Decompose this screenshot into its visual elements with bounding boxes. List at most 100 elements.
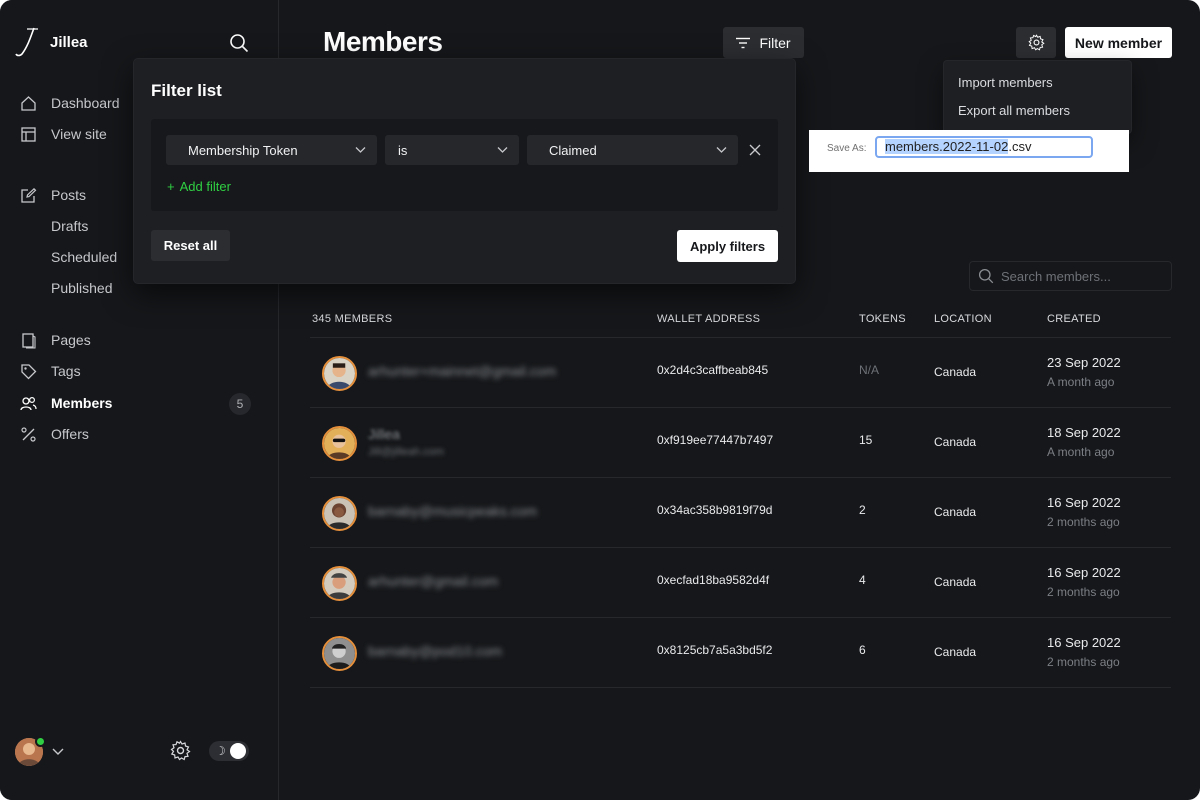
member-email: Jill@jilleah.com	[368, 446, 444, 458]
save-as-dialog: Save As: members.2022-11-02.csv	[809, 130, 1129, 172]
sidebar-item-label: Posts	[51, 187, 87, 203]
brand[interactable]: Jillea	[14, 26, 88, 58]
filename-extension: .csv	[1008, 139, 1032, 154]
pages-icon	[22, 332, 36, 349]
edit-icon	[21, 187, 37, 203]
wallet-address: 0xf919ee77447b7497	[657, 433, 774, 447]
sidebar-item-pages[interactable]: Pages	[20, 330, 91, 350]
created-date: 16 Sep 2022	[1047, 495, 1121, 510]
tag-icon	[21, 363, 37, 379]
chevron-down-icon	[355, 147, 366, 153]
sidebar-item-dashboard[interactable]: Dashboard	[20, 93, 120, 113]
sidebar-item-label: Members	[51, 395, 113, 411]
sidebar-item-offers[interactable]: Offers	[20, 424, 89, 444]
chevron-down-icon	[497, 147, 508, 153]
plus-icon: +	[167, 179, 175, 194]
members-count-badge: 5	[229, 393, 251, 415]
filter-rules: Membership Token is Claimed + Add filter	[151, 119, 778, 211]
reset-all-button[interactable]: Reset all	[151, 230, 230, 261]
filter-value-label: Claimed	[549, 142, 597, 158]
filter-operator-select[interactable]: is	[385, 135, 519, 165]
sidebar-item-scheduled[interactable]: Scheduled	[51, 249, 117, 265]
token-count: 15	[859, 433, 873, 447]
table-row[interactable]: arhunter@gmail.com 0xecfad18ba9582d4f 4 …	[310, 547, 1171, 617]
sidebar-item-label: Offers	[51, 426, 89, 442]
member-name: Jillea	[368, 426, 400, 442]
close-icon[interactable]	[748, 143, 762, 157]
add-filter-button[interactable]: + Add filter	[167, 179, 231, 194]
token-count: N/A	[859, 363, 880, 377]
member-email: barnaby@pod10.com	[368, 643, 503, 659]
filter-field-select[interactable]: Membership Token	[166, 135, 377, 165]
member-location: Canada	[934, 435, 977, 449]
sidebar-item-view-site[interactable]: View site	[20, 124, 107, 144]
filename-selected-text: members.2022-11-02	[885, 139, 1009, 154]
created-relative: A month ago	[1047, 375, 1115, 389]
table-row[interactable]: arhunter+mainnet@gmail.com 0x2d4c3caffbe…	[310, 337, 1171, 407]
member-actions-menu: Import members Export all members	[944, 61, 1131, 133]
created-relative: 2 months ago	[1047, 655, 1120, 669]
layout-icon	[21, 126, 36, 142]
menu-item-import-members[interactable]: Import members	[958, 75, 1053, 90]
dark-mode-toggle[interactable]: ☽	[209, 741, 249, 761]
member-email: barnaby@musicpeaks.com	[368, 503, 538, 519]
table-row[interactable]: Jillea Jill@jilleah.com 0xf919ee77447b74…	[310, 407, 1171, 477]
sidebar-item-members[interactable]: Members	[20, 393, 112, 413]
chevron-down-icon[interactable]	[51, 744, 65, 758]
menu-item-export-all-members[interactable]: Export all members	[958, 103, 1070, 118]
created-date: 23 Sep 2022	[1047, 355, 1121, 370]
filter-button-label: Filter	[759, 34, 791, 51]
token-count: 2	[859, 503, 866, 517]
sidebar-item-label: Dashboard	[51, 95, 120, 111]
search-icon[interactable]	[229, 33, 249, 53]
member-email: arhunter@gmail.com	[368, 573, 499, 589]
sidebar-item-label: Pages	[51, 332, 91, 348]
token-count: 4	[859, 573, 866, 587]
col-header-tokens: TOKENS	[859, 313, 906, 325]
settings-gear-icon[interactable]	[170, 740, 191, 761]
search-members-input[interactable]	[1001, 268, 1161, 284]
wallet-address: 0x34ac358b9819f79d	[657, 503, 773, 517]
member-location: Canada	[934, 505, 977, 519]
created-date: 16 Sep 2022	[1047, 565, 1121, 580]
col-header-created: CREATED	[1047, 313, 1101, 325]
home-icon	[21, 95, 36, 111]
table-row[interactable]: barnaby@pod10.com 0x8125cb7a5a3bd5f2 6 C…	[310, 617, 1171, 687]
member-avatar	[322, 356, 357, 391]
col-header-wallet: WALLET ADDRESS	[657, 313, 761, 325]
table-row[interactable]: barnaby@musicpeaks.com 0x34ac358b9819f79…	[310, 477, 1171, 547]
filename-input[interactable]: members.2022-11-02.csv	[875, 136, 1093, 158]
new-member-button[interactable]: New member	[1065, 27, 1172, 58]
logo-icon	[15, 27, 38, 57]
wallet-address: 0x8125cb7a5a3bd5f2	[657, 643, 773, 657]
percent-icon	[21, 426, 36, 442]
search-members-field[interactable]	[969, 261, 1172, 291]
member-actions-button[interactable]	[1016, 27, 1056, 58]
created-date: 18 Sep 2022	[1047, 425, 1121, 440]
created-date: 16 Sep 2022	[1047, 635, 1121, 650]
filter-popup: Filter list Membership Token is Claimed …	[134, 59, 795, 283]
sidebar-item-tags[interactable]: Tags	[20, 361, 81, 381]
filter-button[interactable]: Filter	[723, 27, 804, 58]
filter-icon	[736, 37, 751, 48]
member-email: arhunter+mainnet@gmail.com	[368, 363, 557, 379]
add-filter-label: Add filter	[179, 179, 231, 194]
sidebar-item-posts[interactable]: Posts	[20, 185, 86, 205]
filter-field-value: Membership Token	[188, 142, 298, 158]
col-header-members: 345 MEMBERS	[312, 313, 393, 325]
sidebar-item-drafts[interactable]: Drafts	[51, 218, 88, 234]
sidebar-item-published[interactable]: Published	[51, 280, 113, 296]
member-avatar	[322, 496, 357, 531]
member-location: Canada	[934, 645, 977, 659]
member-location: Canada	[934, 365, 977, 379]
apply-filters-button[interactable]: Apply filters	[677, 230, 778, 262]
filter-value-select[interactable]: Claimed	[527, 135, 738, 165]
app-window: Jillea Dashboard View site Posts Drafts …	[0, 0, 1200, 800]
sidebar-item-label: Tags	[51, 363, 81, 379]
save-as-label: Save As:	[827, 143, 867, 154]
col-header-location: LOCATION	[934, 313, 992, 325]
created-relative: 2 months ago	[1047, 585, 1120, 599]
table-divider	[310, 687, 1171, 688]
sidebar-item-label: View site	[51, 126, 107, 142]
moon-icon: ☽	[215, 744, 226, 758]
